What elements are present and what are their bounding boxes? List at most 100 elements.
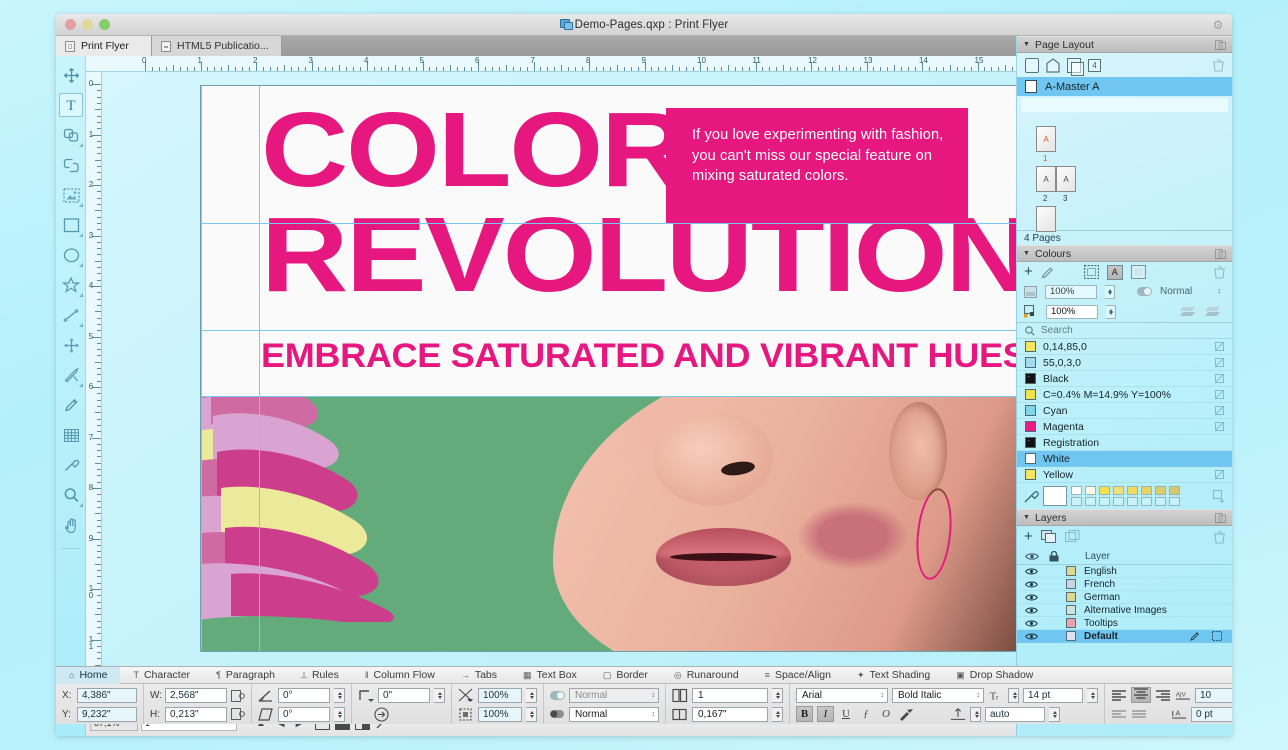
- colour-row[interactable]: Yellow: [1017, 467, 1232, 483]
- add-swatch-icon[interactable]: [1213, 490, 1226, 503]
- recent-swatch[interactable]: [1071, 486, 1082, 495]
- measurements-tab-text-shading[interactable]: ✦Text Shading: [844, 667, 943, 684]
- master-page-empty-slot[interactable]: [1021, 98, 1228, 112]
- line-tool[interactable]: [56, 300, 86, 330]
- gutter-input[interactable]: 0,167": [692, 707, 768, 722]
- align-justify-icon[interactable]: [1111, 707, 1127, 722]
- pan-hand-tool[interactable]: [56, 510, 86, 540]
- eye-icon[interactable]: [1025, 567, 1038, 576]
- height-input[interactable]: 0,213": [165, 707, 227, 722]
- corner-radius-stepper[interactable]: [434, 688, 445, 703]
- font-size-input[interactable]: 14 pt: [1023, 688, 1083, 703]
- font-size-stepper-2[interactable]: [1087, 688, 1098, 703]
- merge-layers-icon[interactable]: [1065, 530, 1080, 544]
- blank-page-icon[interactable]: [1025, 58, 1039, 73]
- tabs-mode-select-top[interactable]: Normal ↕: [569, 688, 659, 703]
- star-box-tool[interactable]: [56, 270, 86, 300]
- width-input[interactable]: 2,568": [165, 688, 227, 703]
- layer-row[interactable]: French: [1017, 578, 1232, 591]
- linear-gradient-icon[interactable]: [1179, 306, 1196, 318]
- leading-input[interactable]: auto: [985, 707, 1045, 722]
- measurements-tab-character[interactable]: TCharacter: [120, 667, 203, 684]
- tabs-mode-toggle-top[interactable]: [550, 691, 565, 700]
- lock-aspect-icon[interactable]: [231, 688, 245, 703]
- measurements-tab-drop-shadow[interactable]: ▣Drop Shadow: [943, 667, 1046, 684]
- tabs-mode-select-bottom[interactable]: Normal ↕: [569, 707, 659, 722]
- colours-search-row[interactable]: Search: [1017, 322, 1232, 339]
- corner-radius-input[interactable]: 0": [378, 688, 430, 703]
- colour-row[interactable]: Cyan: [1017, 403, 1232, 419]
- underline-button[interactable]: U: [838, 707, 854, 722]
- measurements-tab-text-box[interactable]: ▦Text Box: [510, 667, 590, 684]
- picture-content-tool[interactable]: [56, 180, 86, 210]
- eye-icon[interactable]: [1025, 619, 1038, 628]
- duplicate-layer-icon[interactable]: [1041, 530, 1057, 544]
- recent-swatch-empty[interactable]: [1113, 497, 1124, 506]
- page-thumb-2[interactable]: A: [1036, 166, 1056, 192]
- recent-swatch[interactable]: [1113, 486, 1124, 495]
- add-layer-icon[interactable]: +: [1024, 531, 1033, 543]
- subheadline[interactable]: EMBRACE SATURATED AND VIBRANT HUES: [261, 338, 1016, 374]
- duplicate-page-icon[interactable]: [1067, 58, 1081, 73]
- recent-swatch[interactable]: [1155, 486, 1166, 495]
- rotation-stepper[interactable]: [334, 688, 345, 703]
- font-size-stepper[interactable]: [1008, 688, 1019, 703]
- tab-print-flyer[interactable]: Print Flyer: [56, 36, 152, 56]
- colour-row[interactable]: White: [1017, 451, 1232, 467]
- outline-button[interactable]: O: [878, 707, 894, 722]
- scale-y-stepper[interactable]: [526, 707, 537, 722]
- page-number-icon[interactable]: 4: [1088, 59, 1101, 72]
- eye-icon[interactable]: [1025, 580, 1038, 589]
- add-colour-icon[interactable]: +: [1024, 266, 1033, 278]
- trash-icon[interactable]: [1214, 531, 1225, 544]
- shade-field[interactable]: 100%: [1046, 305, 1098, 319]
- master-page-row[interactable]: A-Master A: [1017, 77, 1232, 96]
- flip-icon[interactable]: [374, 707, 389, 722]
- colour-row[interactable]: Magenta: [1017, 419, 1232, 435]
- tab-html5-publication[interactable]: HTML5 Publicatio...: [152, 36, 282, 56]
- page-thumb-1[interactable]: A: [1036, 126, 1056, 152]
- page-layout-panel-header[interactable]: ▼ Page Layout: [1017, 36, 1232, 53]
- current-colour-swatch[interactable]: [1043, 486, 1067, 506]
- hero-photo[interactable]: [201, 396, 1016, 651]
- trash-icon[interactable]: [1214, 266, 1225, 279]
- leading-stepper[interactable]: [970, 707, 981, 722]
- zoom-tool[interactable]: [56, 480, 86, 510]
- skew-stepper[interactable]: [334, 707, 345, 722]
- eye-icon[interactable]: [1025, 606, 1038, 615]
- recent-swatch[interactable]: [1099, 486, 1110, 495]
- recent-swatch-empty[interactable]: [1099, 497, 1110, 506]
- eyedropper-icon[interactable]: [1023, 488, 1039, 504]
- headline-line-1[interactable]: COLOR: [261, 96, 686, 204]
- item-tool[interactable]: [56, 60, 86, 90]
- small-caps-button[interactable]: ƒ: [858, 707, 874, 722]
- unlink-text-boxes-tool[interactable]: [56, 150, 86, 180]
- measurements-tab-runaround[interactable]: ◎Runaround: [661, 667, 752, 684]
- colour-row[interactable]: Black: [1017, 371, 1232, 387]
- scissors-tool[interactable]: [56, 360, 86, 390]
- opacity-field[interactable]: 100%: [1045, 285, 1097, 299]
- recent-swatch[interactable]: [1141, 486, 1152, 495]
- trash-icon[interactable]: [1213, 59, 1224, 72]
- collapse-triangle-icon[interactable]: ▼: [1023, 514, 1030, 521]
- fill-toggle-icon[interactable]: [550, 708, 565, 721]
- flyer-page[interactable]: COLOR REVOLUTION EMBRACE SATURATED AND V…: [201, 86, 1016, 651]
- horizontal-ruler[interactable]: 012345678910111213141516: [86, 56, 1016, 72]
- shade-stepper[interactable]: [1106, 305, 1116, 319]
- recent-swatch-empty[interactable]: [1169, 497, 1180, 506]
- bold-button[interactable]: B: [796, 706, 813, 722]
- colour-row[interactable]: 55,0,3,0: [1017, 355, 1232, 371]
- layer-row[interactable]: Default: [1017, 630, 1232, 643]
- oval-box-tool[interactable]: [56, 240, 86, 270]
- measurements-tabstrip[interactable]: ⌂HomeTCharacter¶Paragraph⟂Rules‖Column F…: [56, 667, 1232, 684]
- dock-icon[interactable]: [1215, 249, 1226, 259]
- align-force-justify-icon[interactable]: [1131, 707, 1147, 722]
- scale-link-icon[interactable]: [231, 707, 245, 722]
- measurements-tab-column-flow[interactable]: ‖Column Flow: [352, 667, 448, 684]
- scale-x-stepper[interactable]: [526, 688, 537, 703]
- blend-mode-select[interactable]: Normal ↕: [1160, 285, 1225, 299]
- measurements-tab-space-align[interactable]: ≡Space/Align: [752, 667, 844, 684]
- measurements-tab-tabs[interactable]: →Tabs: [448, 667, 510, 684]
- leading-stepper-2[interactable]: [1049, 707, 1060, 722]
- recent-swatch-empty[interactable]: [1127, 497, 1138, 506]
